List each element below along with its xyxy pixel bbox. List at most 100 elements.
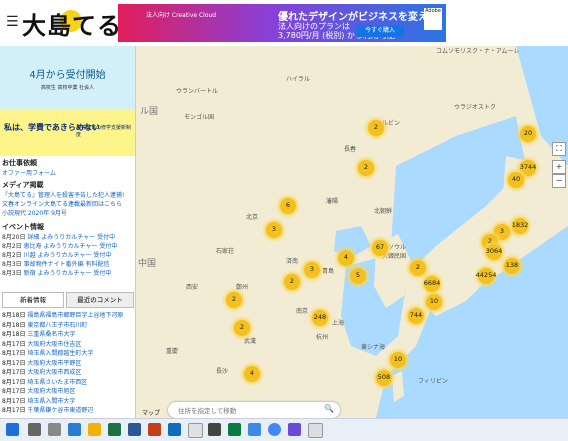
cluster-marker[interactable]: 138	[504, 258, 520, 274]
search-icon[interactable]	[28, 423, 41, 436]
side-ad-2[interactable]: 私は、学費であきらめない 高等教育の修学支援新制度	[0, 110, 135, 156]
cluster-marker[interactable]: 744	[408, 308, 424, 324]
news-row[interactable]: 8月18日 三重県桑名市大字	[2, 329, 75, 338]
news-row[interactable]: 8月17日 埼玉県さいたま市西区	[2, 377, 87, 386]
side-ad-1[interactable]: 4月から受付開始 高校生 高校卒業 社会人	[0, 46, 135, 110]
map-view[interactable]: ル国 中国 ウランバートル ハイラル ハルビン 長春 瀋陽 北朝鮮 ソウル 大韓…	[136, 46, 568, 418]
news-date: 8月18日	[2, 331, 26, 338]
news-text: 大阪府大阪市平野区	[27, 359, 82, 367]
cluster-marker[interactable]: 10	[390, 352, 406, 368]
cluster-marker[interactable]: 2	[234, 320, 250, 336]
cluster-marker[interactable]: 248	[312, 310, 328, 326]
map-label: ウラジオストク	[454, 104, 496, 111]
event-text: 新宿 よみうりカルチャー 受付中	[23, 270, 112, 277]
app-icon[interactable]	[248, 423, 261, 436]
cluster-count: 5	[355, 271, 361, 279]
news-text: 三重県桑名市大字	[27, 331, 76, 338]
cluster-marker[interactable]: 2	[284, 274, 300, 290]
cluster-marker[interactable]: 6	[280, 198, 296, 214]
cluster-marker[interactable]: 6684	[424, 276, 440, 292]
cluster-marker[interactable]: 2	[358, 160, 374, 176]
cluster-marker[interactable]: 5	[350, 268, 366, 284]
cluster-marker[interactable]: 3064	[486, 244, 502, 260]
cluster-count: 3744	[519, 163, 537, 171]
site-header: ☰ 大島てる 法人向け Creative Cloud 優れたデザインがビジネスを…	[0, 0, 568, 46]
cluster-marker[interactable]: 44254	[476, 268, 496, 284]
news-text: 大阪府大阪市西成区	[27, 369, 82, 376]
map-type-button[interactable]: マップ	[142, 408, 160, 417]
news-date: 8月17日	[2, 359, 26, 367]
app-icon[interactable]	[228, 423, 241, 436]
cluster-marker[interactable]: 2	[368, 120, 384, 136]
event-row[interactable]: 8月2日 川越 よみうりカルチャー 受付中	[2, 250, 111, 259]
excel-icon[interactable]	[108, 423, 121, 436]
zoom-out-button[interactable]: −	[552, 174, 566, 188]
event-text: 詳細 よみうりカルチャー 受付中	[27, 234, 116, 241]
news-row[interactable]: 8月18日 東京都八王子市石川町	[2, 320, 87, 329]
cluster-marker[interactable]: 67	[372, 240, 388, 256]
cluster-marker[interactable]: 40	[508, 172, 524, 188]
events-heading: イベント情報	[2, 223, 44, 231]
start-icon[interactable]	[6, 423, 19, 436]
news-date: 8月17日	[2, 340, 26, 348]
event-row[interactable]: 8月2日 恵比寿 よみうりカルチャー 受付中	[2, 241, 117, 250]
cluster-count: 2	[415, 263, 421, 271]
word-icon[interactable]	[128, 423, 141, 436]
site-logo[interactable]: 大島てる	[22, 6, 122, 41]
offer-form-link[interactable]: オファー用フォーム	[2, 168, 56, 177]
top-banner-ad[interactable]: 法人向け Creative Cloud 優れたデザインがビジネスを変える 法人向…	[118, 4, 446, 42]
cluster-marker[interactable]: 2	[226, 292, 242, 308]
cluster-marker[interactable]: 10	[426, 294, 442, 310]
news-row[interactable]: 8月17日 千葉県鎌ケ谷市東道野辺	[2, 405, 93, 414]
media-link[interactable]: 文春オンライン大島てる連載最新回はこちら	[2, 199, 122, 208]
side-ad-sub: 高校生 高校卒業 社会人	[40, 85, 95, 91]
map-label: 長春	[344, 146, 357, 153]
search-icon[interactable]: 🔍	[324, 404, 334, 413]
news-text: 東京都八王子市石川町	[27, 321, 88, 329]
ad-buy-button[interactable]: 今すぐ購入	[356, 25, 404, 37]
news-row[interactable]: 8月17日 埼玉県入間市大字	[2, 396, 75, 405]
news-row[interactable]: 8月17日 大阪府大阪市住吉区	[2, 339, 81, 348]
app-icon[interactable]	[308, 423, 323, 438]
tab-comments[interactable]: 最近のコメント	[66, 292, 134, 308]
map-label: 済南	[286, 258, 299, 265]
app-icon[interactable]	[288, 423, 301, 436]
app-icon[interactable]	[208, 423, 221, 436]
chrome-icon[interactable]	[268, 423, 281, 436]
news-row[interactable]: 8月17日 大阪府大阪市西成区	[2, 367, 81, 376]
news-row[interactable]: 8月17日 大阪府大阪市旭区	[2, 386, 75, 395]
ad-small-text: 法人向け Creative Cloud	[146, 12, 217, 19]
map-label: モンゴル国	[184, 114, 215, 121]
mail-icon[interactable]	[68, 423, 81, 436]
tab-news[interactable]: 新着情報	[2, 292, 64, 308]
outlook-icon[interactable]	[168, 423, 181, 436]
taskview-icon[interactable]	[48, 423, 61, 436]
address-search-input[interactable]	[176, 404, 320, 417]
cluster-marker[interactable]: 4	[338, 250, 354, 266]
cluster-marker[interactable]: 3	[266, 222, 282, 238]
news-row[interactable]: 8月17日 埼玉県入間郡越生町大字	[2, 348, 93, 357]
cluster-count: 6	[285, 201, 291, 209]
cluster-marker[interactable]: 3	[304, 262, 320, 278]
event-row[interactable]: 8月20日 詳細 よみうりカルチャー 受付中	[2, 232, 115, 241]
cluster-marker[interactable]: 20	[520, 126, 536, 142]
cluster-marker[interactable]: 4	[244, 366, 260, 382]
folder-icon[interactable]	[88, 423, 101, 436]
powerpoint-icon[interactable]	[148, 423, 161, 436]
fullscreen-icon[interactable]: ⛶	[552, 142, 566, 156]
app-icon[interactable]	[188, 423, 203, 438]
news-row[interactable]: 8月17日 大阪府大阪市平野区	[2, 358, 81, 367]
news-text: 埼玉県入間郡越生町大字	[27, 350, 94, 357]
map-label: 北朝鮮	[374, 208, 393, 215]
cluster-marker[interactable]: 3744	[520, 160, 536, 176]
media-link[interactable]: 『大島てる』管理人を殺害予告した犯人逮捕!	[2, 190, 124, 199]
zoom-in-button[interactable]: +	[552, 160, 566, 174]
media-link[interactable]: 小説現代 2020年 9月号	[2, 208, 67, 217]
cluster-marker[interactable]: 2	[410, 260, 426, 276]
event-row[interactable]: 8月3日 事故物件ナイト番外編 有料配信	[2, 259, 109, 268]
event-row[interactable]: 8月3日 新宿 よみうりカルチャー 受付中	[2, 268, 111, 277]
cluster-marker[interactable]: 508	[376, 370, 392, 386]
news-row[interactable]: 8月18日 福島県福島市郷野目字上谷地下河原	[2, 310, 123, 319]
cluster-count: 2	[289, 277, 295, 285]
menu-icon[interactable]: ☰	[6, 14, 19, 30]
